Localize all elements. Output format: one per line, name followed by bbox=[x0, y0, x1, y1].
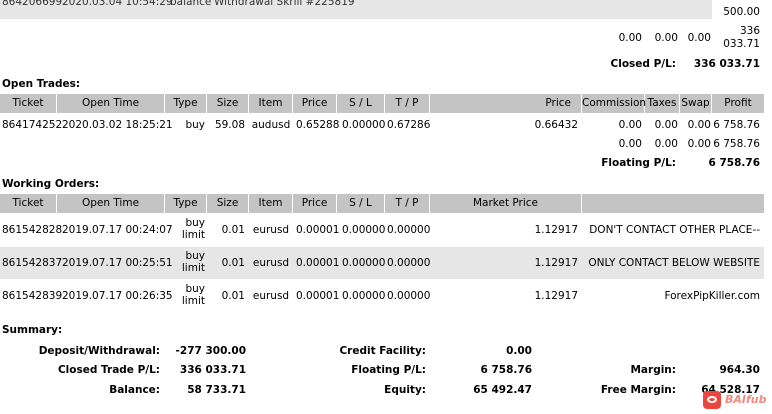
margin-value: 964.30 bbox=[719, 364, 760, 376]
deposit-value: -277 300.00 bbox=[175, 345, 246, 357]
col-profit: Profit bbox=[724, 97, 752, 109]
col-size: Size bbox=[207, 194, 249, 213]
open-total-profit: 6 758.76 bbox=[713, 138, 760, 150]
equity-value: 65 492.47 bbox=[473, 384, 532, 396]
col-open-time: Open Time bbox=[57, 194, 165, 213]
col-commission: Commission bbox=[582, 94, 646, 113]
closed-trade-value: 336 033.71 bbox=[179, 364, 246, 376]
col-tp: T / P bbox=[385, 94, 430, 113]
free-margin-label: Free Margin: bbox=[600, 384, 676, 396]
col-price: Price bbox=[293, 194, 337, 213]
col-item: Item bbox=[249, 94, 293, 113]
watermark-text: BAIfub bbox=[725, 393, 767, 406]
col-sl: S / L bbox=[337, 194, 385, 213]
summary-floating-value: 6 758.76 bbox=[480, 364, 532, 376]
working-orders-title: Working Orders: bbox=[2, 178, 100, 190]
balance-row-type: balance bbox=[170, 0, 212, 8]
credit-label: Credit Facility: bbox=[339, 345, 426, 357]
col-size: Size bbox=[207, 94, 249, 113]
col-open-time: Open Time bbox=[57, 94, 165, 113]
summary-floating-label: Floating P/L: bbox=[351, 364, 426, 376]
closed-profit: 336 033.71 bbox=[723, 25, 760, 50]
watermark: BAIfub bbox=[700, 386, 772, 414]
balance-row-time: 2020.03.04 10:54:29 bbox=[62, 0, 173, 8]
balance-value: 58 733.71 bbox=[187, 384, 246, 396]
col-ticket: Ticket bbox=[0, 194, 57, 213]
col-type: Type bbox=[165, 194, 207, 213]
closed-swap: 0.00 bbox=[687, 32, 711, 44]
col-type: Type bbox=[165, 94, 207, 113]
closed-pl-label: Closed P/L: bbox=[610, 58, 676, 70]
closed-commission: 0.00 bbox=[618, 32, 642, 44]
floating-pl-value: 6 758.76 bbox=[708, 157, 760, 169]
working-orders-header: Ticket Open Time Type Size Item Price S … bbox=[0, 194, 764, 213]
col-item: Item bbox=[249, 194, 293, 213]
summary-title: Summary: bbox=[2, 324, 63, 336]
balance-label: Balance: bbox=[109, 384, 160, 396]
closed-pl-value: 336 033.71 bbox=[693, 58, 760, 70]
deposit-label: Deposit/Withdrawal: bbox=[38, 345, 160, 357]
credit-value: 0.00 bbox=[506, 345, 532, 357]
open-total-taxes: 0.00 bbox=[654, 138, 678, 150]
margin-label: Margin: bbox=[630, 364, 676, 376]
floating-pl-label: Floating P/L: bbox=[601, 157, 676, 169]
open-trades-header: Ticket Open Time Type Size Item Price S … bbox=[0, 94, 764, 113]
equity-label: Equity: bbox=[384, 384, 426, 396]
col-sl: S / L bbox=[337, 94, 385, 113]
col-price: Price bbox=[293, 94, 337, 113]
col-price2: Price bbox=[430, 94, 582, 113]
col-swap: Swap bbox=[680, 94, 712, 113]
open-total-commission: 0.00 bbox=[618, 138, 642, 150]
open-trades-title: Open Trades: bbox=[2, 78, 81, 90]
col-ticket: Ticket bbox=[0, 94, 57, 113]
col-taxes: Taxes bbox=[645, 94, 680, 113]
col-tp: T / P bbox=[385, 194, 430, 213]
closed-trade-label: Closed Trade P/L: bbox=[57, 364, 160, 376]
balance-row-amount: 500.00 bbox=[723, 6, 760, 18]
balance-row-item: Withdrawal Skrill #225819 bbox=[214, 0, 355, 8]
col-market-price: Market Price bbox=[430, 194, 582, 213]
open-total-swap: 0.00 bbox=[687, 138, 711, 150]
balance-row-ticket: 864206699 bbox=[2, 0, 63, 8]
closed-taxes: 0.00 bbox=[654, 32, 678, 44]
chat-bubble-icon bbox=[703, 391, 721, 409]
